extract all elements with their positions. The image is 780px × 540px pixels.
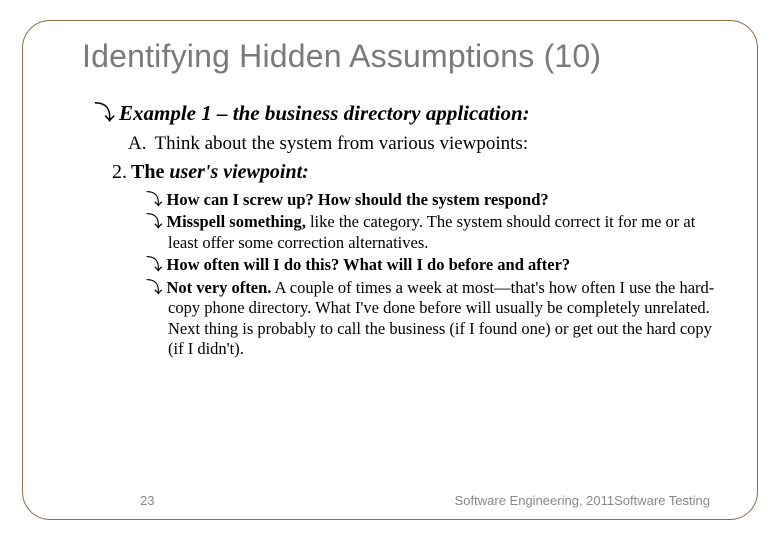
numbered-lead: The <box>131 161 169 183</box>
item-bold: Not very often. <box>167 278 272 297</box>
list-number: 2. <box>112 161 131 183</box>
example-rest: – the business directory application: <box>212 101 530 125</box>
list-item: ⤵How can I screw up? How should the syst… <box>146 190 728 210</box>
slide: Identifying Hidden Assumptions (10) ⤵Exa… <box>0 0 780 540</box>
bullet-list: ⤵How can I screw up? How should the syst… <box>146 190 728 360</box>
numbered-ital: user's viewpoint: <box>169 161 308 183</box>
list-item: ⤵How often will I do this? What will I d… <box>146 255 728 275</box>
example-heading: ⤵Example 1 – the business directory appl… <box>94 97 728 127</box>
numbered-item: 2.The user's viewpoint: <box>112 161 728 184</box>
list-letter: A. <box>128 133 154 154</box>
footer-right: Software Engineering, 2011Software Testi… <box>455 493 710 508</box>
item-bold: How can I screw up? How should the syste… <box>167 190 549 209</box>
list-item: ⤵Misspell something, like the category. … <box>146 212 728 253</box>
slide-title: Identifying Hidden Assumptions (10) <box>82 38 728 75</box>
list-item: ⤵Not very often. A couple of times a wee… <box>146 278 728 360</box>
subpoint-a: A.Think about the system from various vi… <box>128 133 728 155</box>
example-lead: Example 1 <box>119 101 212 125</box>
arrow-icon: ⤵ <box>146 212 167 231</box>
arrow-icon: ⤵ <box>146 190 167 209</box>
arrow-icon: ⤵ <box>146 255 167 274</box>
arrow-icon: ⤵ <box>146 278 167 297</box>
page-number: 23 <box>140 493 154 508</box>
arrow-icon: ⤵ <box>94 101 119 125</box>
subpoint-a-text: Think about the system from various view… <box>154 133 528 154</box>
item-bold: How often will I do this? What will I do… <box>167 255 571 274</box>
item-bold: Misspell something, <box>167 212 306 231</box>
